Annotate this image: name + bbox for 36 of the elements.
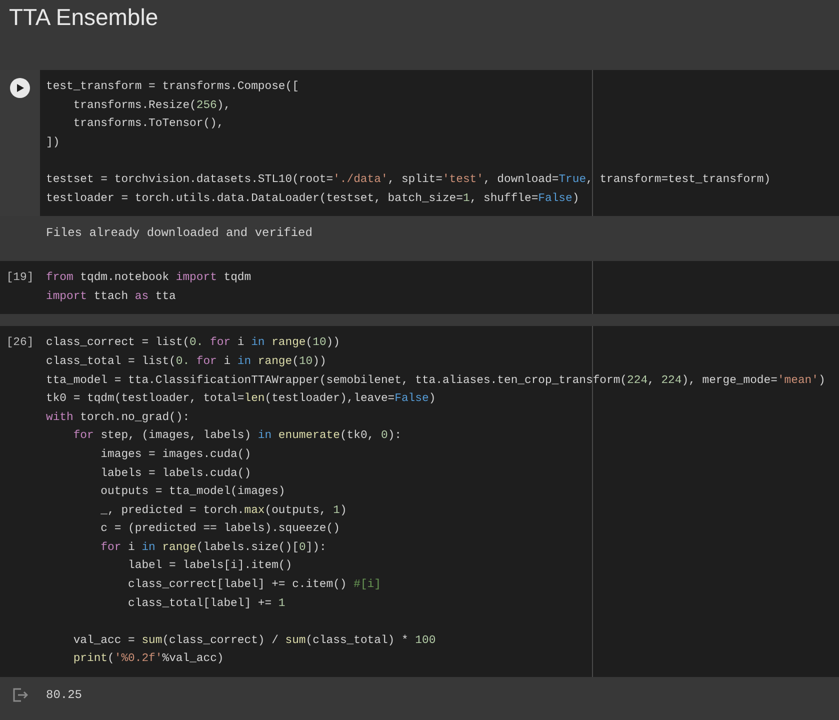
play-icon xyxy=(15,83,25,93)
code-line: outputs = tta_model(images) xyxy=(100,484,286,500)
code-line: ]) xyxy=(45,136,61,151)
code-line: _, predicted = torch.max(outputs, 1) xyxy=(100,504,348,519)
code-line: print('%0.2f'%val_acc) xyxy=(72,652,225,668)
code-line: testloader = torch.utils.data.DataLoader(testset, batch_size=1, shuffle=False) xyxy=(45,192,580,207)
code-line: for i in range(labels.size()[0]): xyxy=(100,540,328,556)
code-line: images = images.cuda() xyxy=(100,448,252,463)
run-button[interactable] xyxy=(10,78,30,98)
code-line: tta_model = tta.ClassificationTTAWrapper(semobilenet, tta.aliases.ten_crop_transform(224, 224), merge_mode='mean') xyxy=(45,374,826,389)
code-cell[interactable] xyxy=(0,70,839,216)
code-line: c = (predicted == labels).squeeze() xyxy=(100,522,341,538)
execution-count: [26] xyxy=(6,336,34,352)
code-line: for step, (images, labels) in enumerate(tk0, 0): xyxy=(72,428,402,444)
code-line: val_acc = sum(class_correct) / sum(class_total) * 100 xyxy=(72,634,437,649)
code-line: import ttach as tta xyxy=(45,290,177,305)
code-line: transforms.ToTensor(), xyxy=(72,116,225,132)
code-cell[interactable]: [19] from tqdm.notebook import tqdm import ttach as tta xyxy=(0,261,839,314)
execution-count: [19] xyxy=(6,270,34,286)
notebook-section-title: TTA Ensemble xyxy=(9,4,158,31)
code-line: class_total[label] += 1 xyxy=(127,596,286,612)
code-line: with torch.no_grad(): xyxy=(45,410,191,426)
output-text: 80.25 xyxy=(45,688,82,702)
code-cell[interactable] xyxy=(0,326,839,678)
code-line: class_correct[label] += c.item() #[i] xyxy=(127,578,382,594)
code-line: class_correct = list(0. for i in range(10)) xyxy=(45,336,341,352)
output-icon xyxy=(12,688,28,702)
code-line: labels = labels.cuda() xyxy=(100,466,252,482)
code-line: transforms.Resize(256), xyxy=(72,98,232,114)
code-line: test_transform = transforms.Compose([ xyxy=(45,80,300,95)
code-line: testset = torchvision.datasets.STL10(root='./data', split='test', download=True, transform=test_transform) xyxy=(45,172,772,188)
output-text: Files already downloaded and verified xyxy=(45,226,312,240)
code-line: tk0 = tqdm(testloader, total=len(testloader),leave=False) xyxy=(45,392,437,408)
code-line: from tqdm.notebook import tqdm xyxy=(45,270,252,286)
code-line: class_total = list(0. for i in range(10)) xyxy=(45,354,328,370)
code-line: label = labels[i].item() xyxy=(127,558,294,574)
